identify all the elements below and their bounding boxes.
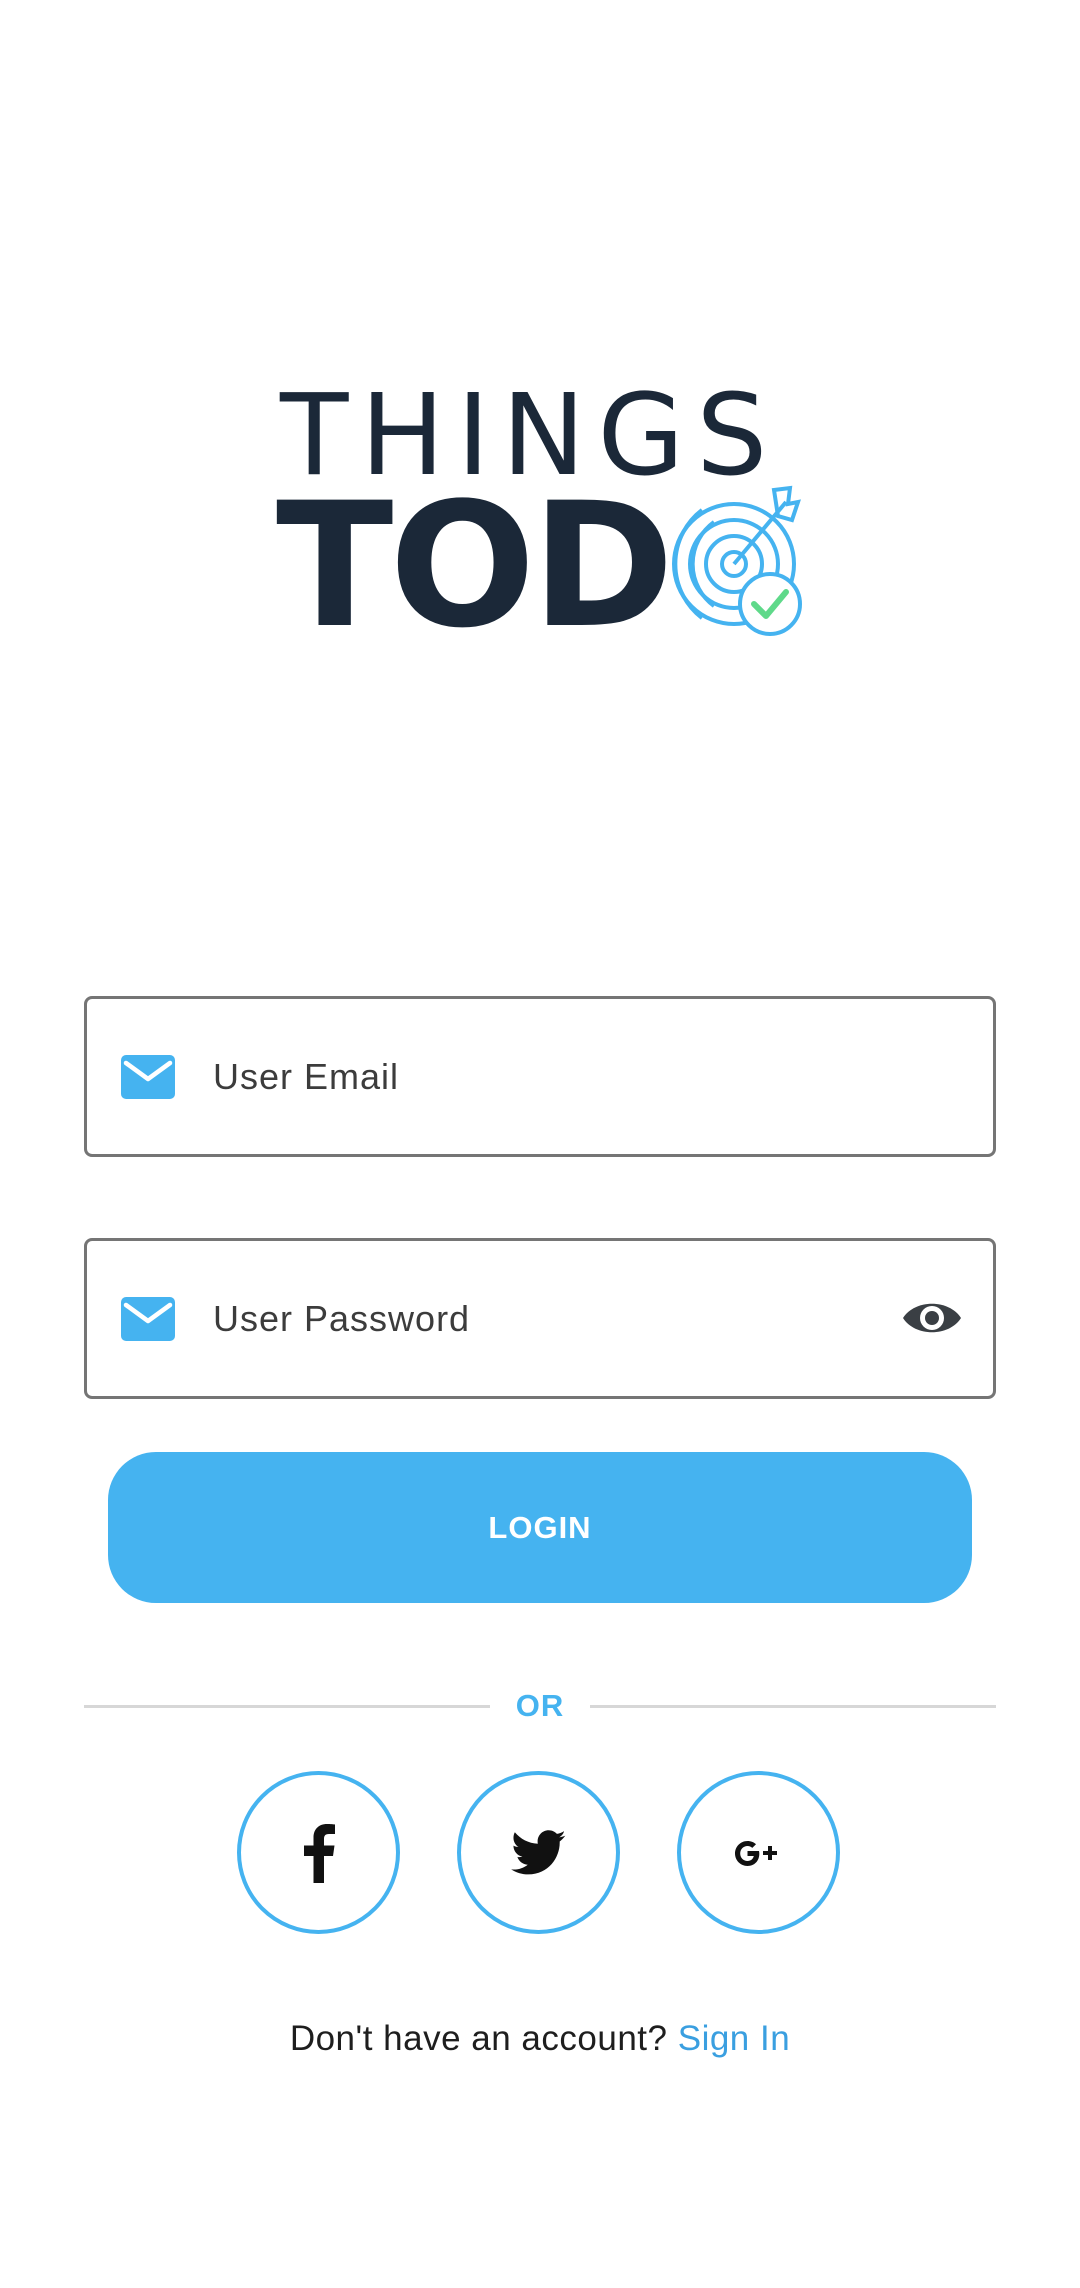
- signup-prompt-text: Don't have an account?: [289, 2019, 668, 2058]
- login-button[interactable]: LOGIN: [108, 1452, 972, 1603]
- target-arrow-check-icon: [672, 485, 802, 636]
- eye-icon[interactable]: [901, 1295, 963, 1341]
- email-field[interactable]: User Email: [84, 996, 996, 1157]
- twitter-login-button[interactable]: [457, 1771, 620, 1934]
- or-divider: OR: [84, 1686, 996, 1726]
- mail-icon: [121, 1297, 175, 1341]
- or-label: OR: [515, 1688, 565, 1723]
- password-field[interactable]: User Password: [84, 1238, 996, 1399]
- logo-text-tod: TOD: [276, 465, 674, 666]
- mail-icon: [121, 1055, 175, 1099]
- twitter-icon: [510, 1829, 566, 1874]
- divider-line-right: [590, 1705, 996, 1708]
- facebook-login-button[interactable]: [237, 1771, 400, 1934]
- signup-prompt: Don't have an account? Sign In: [0, 2016, 1080, 2062]
- google-plus-login-button[interactable]: [677, 1771, 840, 1934]
- app-logo: THINGS TOD: [276, 380, 810, 652]
- login-screen: THINGS TOD User Email User Password LOGI…: [0, 0, 1080, 2288]
- facebook-icon: [303, 1823, 335, 1883]
- google-plus-icon: [734, 1840, 777, 1866]
- divider-line-left: [84, 1705, 490, 1708]
- email-placeholder: User Email: [213, 1056, 400, 1097]
- password-placeholder: User Password: [213, 1298, 471, 1339]
- sign-in-link[interactable]: Sign In: [678, 2019, 790, 2058]
